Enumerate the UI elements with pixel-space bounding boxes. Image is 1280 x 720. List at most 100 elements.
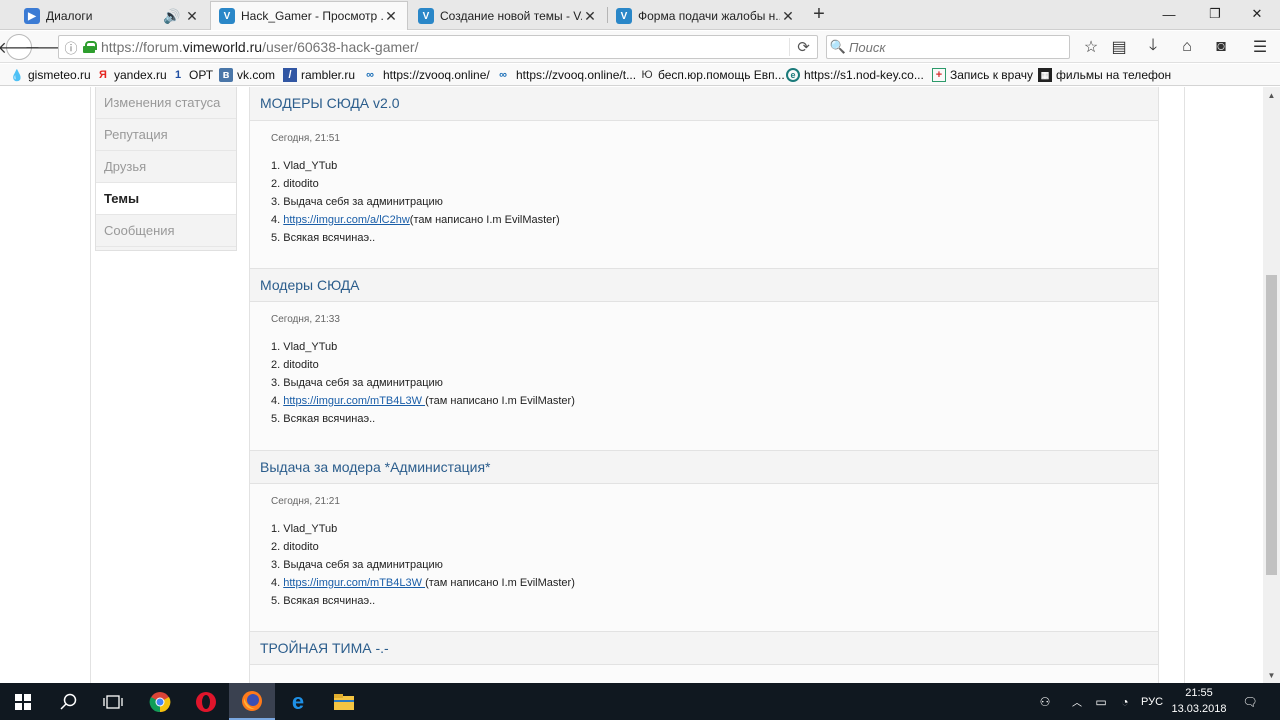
bookmark-gismeteo[interactable]: 💧 gismeteo.ru (10, 66, 91, 84)
topic-post: Сегодня, 21:51 1. Vlad_YTub 2. ditodito … (250, 121, 1158, 268)
post-line: 3. Выдача себя за админитрацию (271, 377, 443, 389)
sidebar-item-status-changes[interactable]: Изменения статуса (96, 87, 236, 119)
speaker-icon[interactable]: 🔊 (163, 8, 180, 24)
topic-post: Сегодня, 21:33 1. Vlad_YTub 2. ditodito … (250, 302, 1158, 450)
bookmark-zvooq-1[interactable]: ∞ https://zvooq.online/ (361, 66, 490, 84)
pocket-icon[interactable]: ◙ (1209, 35, 1233, 59)
info-icon[interactable]: ⓘ (61, 38, 81, 57)
opera-taskbar-button[interactable] (183, 683, 229, 720)
maximize-button[interactable]: ❐ (1192, 0, 1238, 28)
sidebar-item-messages[interactable]: Сообщения (96, 215, 236, 247)
task-view-button[interactable] (90, 683, 136, 720)
post-line: 5. Всякая всячинаэ.. (271, 232, 376, 244)
page-viewport: Изменения статуса Репутация Друзья Темы … (0, 87, 1263, 683)
gismeteo-icon: 💧 (10, 69, 24, 82)
start-button[interactable] (0, 683, 46, 720)
search-taskbar-button[interactable] (46, 683, 92, 720)
tab-hack-gamer[interactable]: V Hack_Gamer - Просмотр ... ✕ (210, 1, 408, 30)
clock-time: 21:55 (1185, 687, 1213, 699)
people-icon[interactable]: ⚇ (1032, 683, 1058, 720)
bookmark-vk[interactable]: в vk.com (219, 66, 275, 84)
imgur-link[interactable]: https://imgur.com/mTB4L3W (283, 395, 425, 407)
tab-complaint-form[interactable]: V Форма подачи жалобы н... ✕ (608, 2, 804, 30)
firefox-taskbar-button[interactable] (229, 683, 275, 720)
post-date: Сегодня, 21:21 (271, 496, 340, 507)
search-input[interactable] (849, 39, 1049, 55)
imgur-link[interactable]: https://imgur.com/mTB4L3W (283, 577, 425, 589)
vimeworld-icon: V (616, 8, 632, 24)
topic-title[interactable]: МОДЕРЫ СЮДА v2.0 (250, 87, 1158, 121)
vk-icon: в (219, 68, 233, 82)
language-indicator[interactable]: РУС (1140, 683, 1164, 720)
bookmark-star-icon[interactable]: ☆ (1079, 35, 1103, 59)
post-date: Сегодня, 21:51 (271, 133, 340, 144)
bookmark-films[interactable]: ▦ фильмы на телефон (1038, 66, 1171, 84)
library-icon[interactable]: ▤ (1107, 35, 1131, 59)
post-line: 5. Всякая всячинаэ.. (271, 595, 376, 607)
bookmark-label: https://zvooq.online/t... (516, 68, 637, 82)
vimeworld-icon: V (418, 8, 434, 24)
post-line: 1. Vlad_YTub (271, 523, 338, 535)
download-icon[interactable]: 🡓 (1141, 35, 1165, 59)
post-content: 1. Vlad_YTub 2. ditodito 3. Выдача себя … (271, 157, 1158, 247)
new-tab-button[interactable]: + (808, 4, 830, 26)
edge-icon: e (292, 691, 304, 713)
explorer-taskbar-button[interactable] (321, 683, 367, 720)
close-window-button[interactable]: ✕ (1234, 0, 1280, 28)
imgur-link[interactable]: https://imgur.com/a/lC2hw (283, 214, 410, 226)
windows-logo-icon (15, 693, 31, 710)
bookmark-doctor[interactable]: + Запись к врачу (932, 66, 1033, 84)
bookmark-yandex[interactable]: Я yandex.ru (96, 66, 167, 84)
battery-icon[interactable]: ▭ (1090, 683, 1112, 720)
law-icon: Ю (641, 69, 653, 81)
edge-taskbar-button[interactable]: e (275, 683, 321, 720)
reload-icon[interactable]: ⟳ (789, 38, 817, 56)
dialogs-icon: ▶ (24, 8, 40, 24)
bookmark-zvooq-2[interactable]: ∞ https://zvooq.online/t... (494, 66, 636, 84)
search-bar[interactable]: 🔍 (826, 35, 1070, 59)
scroll-up-arrow-icon[interactable]: ▲ (1263, 87, 1280, 103)
task-view-icon (103, 694, 123, 709)
windows-taskbar: e ⚇ ︿ ▭ ◔ РУС 21:55 13.03.2018 🗨 (0, 683, 1280, 720)
page-scrollbar[interactable]: ▲ ▼ (1263, 87, 1280, 683)
topic-title[interactable]: Модеры СЮДА (250, 268, 1158, 302)
post-content: 1. Vlad_YTub 2. ditodito 3. Выдача себя … (271, 520, 1158, 610)
bookmark-rambler[interactable]: / rambler.ru (283, 66, 355, 84)
sidebar-item-friends[interactable]: Друзья (96, 151, 236, 183)
post-line: 4. https://imgur.com/mTB4L3W (там написа… (271, 392, 1158, 410)
topic-title[interactable]: Выдача за модера *Администация* (250, 450, 1158, 484)
url-host: vimeworld.ru (182, 39, 263, 55)
tab-create-topic[interactable]: V Создание новой темы - V... ✕ (410, 2, 606, 30)
scroll-down-arrow-icon[interactable]: ▼ (1263, 667, 1280, 683)
scrollbar-thumb[interactable] (1266, 275, 1277, 575)
notifications-icon[interactable]: 🗨 (1238, 683, 1262, 720)
post-content: 1. Vlad_YTub 2. ditodito 3. Выдача себя … (271, 338, 1158, 428)
forward-button[interactable]: 🡒 (25, 35, 68, 59)
bookmark-label: rambler.ru (301, 68, 356, 82)
wifi-icon[interactable]: ◔ (1114, 683, 1136, 720)
bookmark-label: бесп.юр.помощь Евп... (658, 68, 785, 82)
bookmark-nod[interactable]: e https://s1.nod-key.co... (786, 66, 924, 84)
tab-dialogs[interactable]: ▶ Диалоги 🔊 ✕ (16, 2, 208, 30)
home-icon[interactable]: ⌂ (1175, 35, 1199, 59)
system-clock[interactable]: 21:55 13.03.2018 (1165, 685, 1233, 718)
sidebar-item-reputation[interactable]: Репутация (96, 119, 236, 151)
topic-title[interactable]: ТРОЙНАЯ ТИМА -.- (250, 631, 1158, 665)
close-icon[interactable]: ✕ (184, 8, 200, 24)
tray-chevron-icon[interactable]: ︿ (1066, 683, 1088, 720)
close-icon[interactable]: ✕ (582, 8, 598, 24)
sidebar-item-topics[interactable]: Темы (96, 183, 236, 215)
bookmark-ort[interactable]: 1 ОРТ (171, 66, 213, 84)
chrome-taskbar-button[interactable] (137, 683, 183, 720)
bookmark-label: фильмы на телефон (1056, 68, 1172, 82)
url-bar[interactable]: ⓘ https://forum. vimeworld.ru/user/60638-… (58, 35, 818, 59)
close-icon[interactable]: ✕ (780, 8, 796, 24)
line-number: 4. (271, 214, 284, 226)
bookmark-label: https://zvooq.online/ (383, 68, 490, 82)
menu-icon[interactable]: ☰ (1248, 35, 1272, 59)
minimize-button[interactable]: — (1146, 0, 1192, 28)
bookmark-law[interactable]: Ю бесп.юр.помощь Евп... (640, 66, 785, 84)
close-icon[interactable]: ✕ (383, 8, 399, 24)
tab-title: Hack_Gamer - Просмотр ... (241, 9, 383, 23)
bookmarks-bar: 💧 gismeteo.ru Я yandex.ru 1 ОРТ в vk.com… (0, 64, 1280, 86)
